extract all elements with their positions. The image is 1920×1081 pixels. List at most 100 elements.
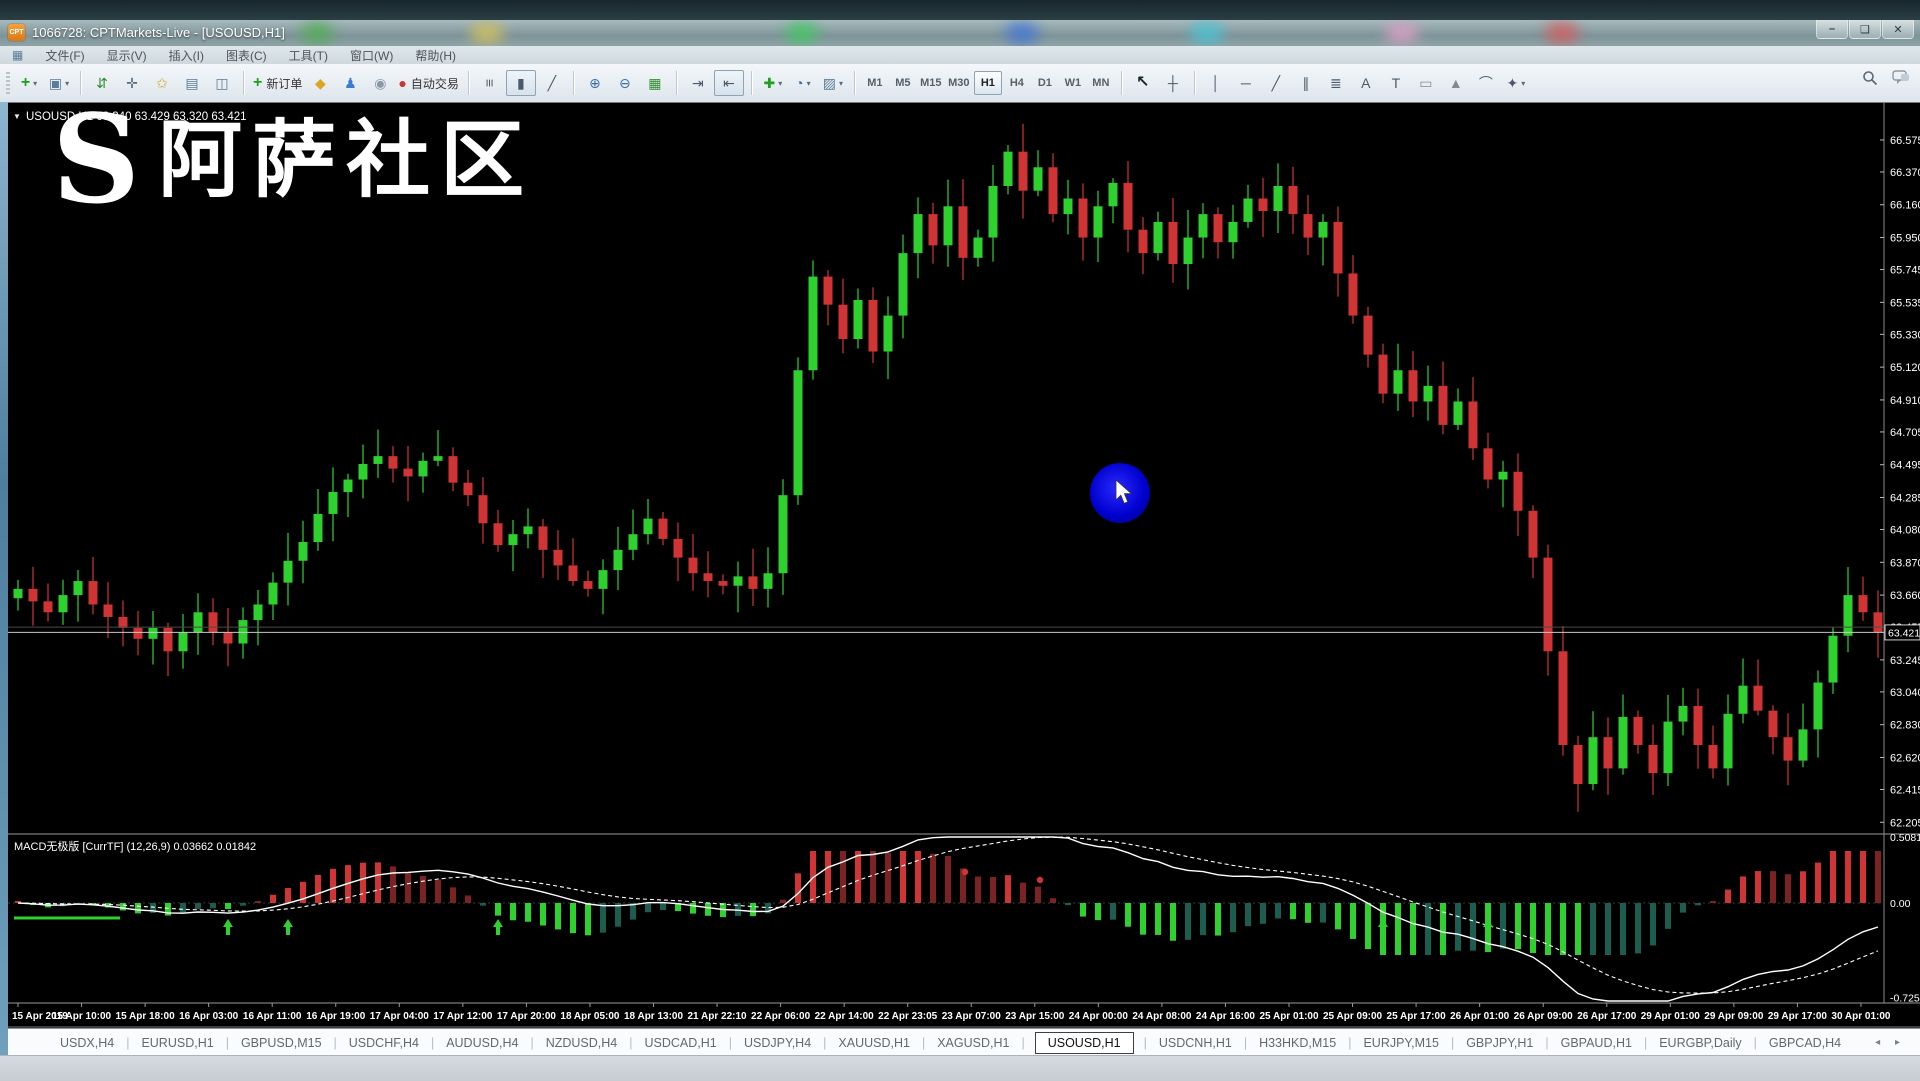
tab-eurgbp-daily[interactable]: EURGBP,Daily bbox=[1653, 1033, 1747, 1053]
price-axis-label: 63.660 bbox=[1890, 590, 1920, 602]
minimize-button[interactable]: – bbox=[1816, 20, 1848, 39]
line-chart-mode-button[interactable]: ╱ bbox=[538, 71, 566, 95]
symbol-dropdown-icon[interactable]: ▼ bbox=[13, 112, 21, 121]
tab-audusd-h4[interactable]: AUDUSD,H4 bbox=[440, 1033, 524, 1053]
tab-divider: | bbox=[126, 1036, 129, 1050]
chevron-down-icon[interactable]: ▾ bbox=[839, 79, 843, 88]
expert-advisors-button[interactable]: ♟ bbox=[336, 71, 364, 95]
terminal-icon: ▤ bbox=[185, 76, 198, 90]
menu-help[interactable]: 帮助(H) bbox=[415, 47, 456, 64]
new-order-button[interactable]: +新订单 bbox=[251, 71, 304, 95]
restore-button[interactable]: ❑ bbox=[1849, 20, 1881, 39]
community-chat-icon[interactable] bbox=[1892, 70, 1910, 86]
crosshair-tool-button[interactable]: ┼ bbox=[1159, 71, 1187, 95]
horizontal-line-tool-button[interactable]: ─ bbox=[1232, 71, 1260, 95]
chevron-down-icon[interactable]: ▾ bbox=[807, 79, 811, 88]
vertical-line-tool-button[interactable]: │ bbox=[1202, 71, 1230, 95]
cursor-tool-button[interactable]: ↖ bbox=[1129, 71, 1157, 95]
tab-gbpcad-h4[interactable]: GBPCAD,H4 bbox=[1763, 1033, 1847, 1053]
market-watch-button[interactable]: ⇵ bbox=[88, 71, 116, 95]
time-axis-label: 22 Apr 06:00 bbox=[751, 1011, 811, 1022]
search-icon[interactable] bbox=[1862, 70, 1878, 86]
tab-divider: | bbox=[1348, 1036, 1351, 1050]
glass-blob bbox=[785, 22, 819, 44]
tab-h33hkd-m15[interactable]: H33HKD,M15 bbox=[1253, 1033, 1342, 1053]
auto-scroll-icon: ⇥ bbox=[692, 76, 704, 90]
tab-eurusd-h1[interactable]: EURUSD,H1 bbox=[135, 1033, 219, 1053]
symbol-tabs-row: USDX,H4 | EURUSD,H1 | GBPUSD,M15 | USDCHF,H4 | A… bbox=[8, 1028, 1920, 1056]
triangle-tool-button[interactable]: ▲ bbox=[1442, 71, 1470, 95]
tab-usdcnh-h1[interactable]: USDCNH,H1 bbox=[1153, 1033, 1238, 1053]
tab-gbpusd-m15[interactable]: GBPUSD,M15 bbox=[235, 1033, 328, 1053]
bar-chart-mode-button[interactable]: ≡ bbox=[476, 71, 504, 95]
price-axis-label: 63.040 bbox=[1890, 687, 1920, 699]
timeframe-m30-button[interactable]: M30 bbox=[946, 72, 972, 94]
fib-arc-tool-button[interactable]: ⌒ bbox=[1472, 71, 1500, 95]
signals-button[interactable]: ◉ bbox=[366, 71, 394, 95]
strategy-tester-button[interactable]: ◫ bbox=[208, 71, 236, 95]
templates-button[interactable]: ▨▾ bbox=[819, 71, 847, 95]
timeframe-w1-button[interactable]: W1 bbox=[1060, 72, 1086, 94]
rectangle-tool-button[interactable]: ▭ bbox=[1412, 71, 1440, 95]
chart-shift-button[interactable]: ⇤ bbox=[714, 70, 744, 96]
tab-nzdusd-h4[interactable]: NZDUSD,H4 bbox=[540, 1033, 624, 1053]
fibonacci-tool-button[interactable]: ≣ bbox=[1322, 71, 1350, 95]
tab-usdx-h4[interactable]: USDX,H4 bbox=[54, 1033, 120, 1053]
timeframe-m5-button[interactable]: M5 bbox=[890, 72, 916, 94]
tab-usousd-h1[interactable]: USOUSD,H1 bbox=[1035, 1032, 1134, 1054]
tile-windows-button[interactable]: ▦ bbox=[641, 71, 669, 95]
macd-axis-label: 0.50813 bbox=[1890, 832, 1920, 844]
navigator-button[interactable]: ✩ bbox=[148, 71, 176, 95]
autotrading-button[interactable]: ●自动交易 bbox=[396, 71, 460, 95]
menu-tools[interactable]: 工具(T) bbox=[289, 47, 328, 64]
glass-blob bbox=[470, 22, 504, 44]
terminal-button[interactable]: ▤ bbox=[178, 71, 206, 95]
close-button[interactable]: ✕ bbox=[1882, 20, 1914, 39]
periods-button[interactable]: ◔▾ bbox=[789, 71, 817, 95]
tab-xauusd-h1[interactable]: XAUUSD,H1 bbox=[832, 1033, 916, 1053]
timeframe-m1-button[interactable]: M1 bbox=[862, 72, 888, 94]
price-chart[interactable]: 66.57566.37066.16065.95065.74565.53565.3… bbox=[8, 102, 1920, 1028]
menu-window[interactable]: 窗口(W) bbox=[350, 47, 393, 64]
toolbar-separator bbox=[1121, 71, 1122, 95]
timeframe-h1-button[interactable]: H1 bbox=[974, 71, 1002, 95]
arrows-tool-button[interactable]: ✦▾ bbox=[1502, 71, 1530, 95]
label-tool-button[interactable]: T bbox=[1382, 71, 1410, 95]
tab-eurjpy-m15[interactable]: EURJPY,M15 bbox=[1357, 1033, 1445, 1053]
timeframe-d1-button[interactable]: D1 bbox=[1032, 72, 1058, 94]
timeframe-m15-button[interactable]: M15 bbox=[918, 72, 944, 94]
zoom-in-button[interactable]: ⊕ bbox=[581, 71, 609, 95]
metaeditor-button[interactable]: ◆ bbox=[306, 71, 334, 95]
tabs-scroll-arrows[interactable]: ◂ ▸ bbox=[1875, 1037, 1906, 1048]
equidistant-channel-tool-button[interactable]: ∥ bbox=[1292, 71, 1320, 95]
tab-gbpjpy-h1[interactable]: GBPJPY,H1 bbox=[1460, 1033, 1539, 1053]
profiles-button[interactable]: ▣▾ bbox=[45, 71, 73, 95]
new-chart-icon: + bbox=[21, 75, 30, 91]
chevron-down-icon[interactable]: ▾ bbox=[778, 79, 782, 88]
menu-file[interactable]: 文件(F) bbox=[45, 47, 84, 64]
menu-charts[interactable]: 图表(C) bbox=[226, 47, 267, 64]
data-window-button[interactable]: ✛ bbox=[118, 71, 146, 95]
tab-divider: | bbox=[530, 1036, 533, 1050]
chevron-down-icon[interactable]: ▾ bbox=[33, 79, 37, 88]
candlestick-mode-button[interactable]: ▮ bbox=[506, 70, 536, 96]
tab-divider: | bbox=[922, 1036, 925, 1050]
new-chart-button[interactable]: +▾ bbox=[15, 71, 43, 95]
trendline-tool-button[interactable]: ╱ bbox=[1262, 71, 1290, 95]
text-tool-button[interactable]: A bbox=[1352, 71, 1380, 95]
tab-usdchf-h4[interactable]: USDCHF,H4 bbox=[343, 1033, 425, 1053]
auto-scroll-button[interactable]: ⇥ bbox=[684, 71, 712, 95]
timeframe-mn-button[interactable]: MN bbox=[1088, 72, 1114, 94]
chevron-down-icon[interactable]: ▾ bbox=[1521, 79, 1525, 88]
chevron-down-icon[interactable]: ▾ bbox=[65, 79, 69, 88]
time-axis-label: 24 Apr 16:00 bbox=[1196, 1011, 1256, 1022]
tab-usdjpy-h4[interactable]: USDJPY,H4 bbox=[738, 1033, 817, 1053]
menu-view[interactable]: 显示(V) bbox=[107, 47, 147, 64]
tab-xagusd-h1[interactable]: XAGUSD,H1 bbox=[931, 1033, 1015, 1053]
indicators-button[interactable]: ✚▾ bbox=[759, 71, 787, 95]
zoom-out-button[interactable]: ⊖ bbox=[611, 71, 639, 95]
tab-usdcad-h1[interactable]: USDCAD,H1 bbox=[638, 1033, 722, 1053]
timeframe-h4-button[interactable]: H4 bbox=[1004, 72, 1030, 94]
menu-insert[interactable]: 插入(I) bbox=[169, 47, 204, 64]
tab-gbpaud-h1[interactable]: GBPAUD,H1 bbox=[1555, 1033, 1638, 1053]
